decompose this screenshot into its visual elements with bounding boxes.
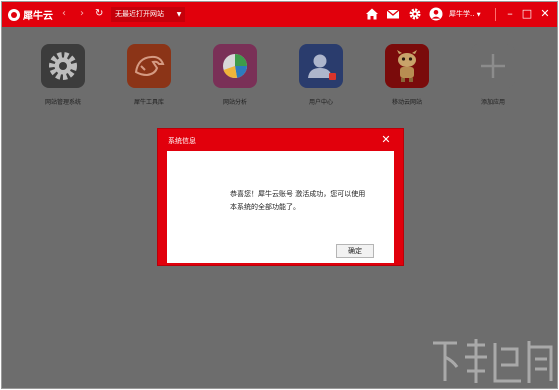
- forward-icon[interactable]: ›: [80, 8, 84, 20]
- gear-icon: [41, 44, 85, 88]
- plus-icon: [471, 44, 515, 88]
- app-label: 添加应用: [480, 99, 505, 106]
- app-user-center[interactable]: 用户中心: [282, 44, 352, 114]
- user-name: 犀牛学..: [449, 10, 475, 18]
- user-menu[interactable]: 犀牛学.. ▼: [449, 7, 481, 23]
- maximize-icon[interactable]: □: [519, 6, 535, 22]
- brand-logo: 犀牛云: [8, 7, 53, 22]
- app-site-analytics[interactable]: 网站分析: [196, 44, 266, 114]
- home-icon[interactable]: [364, 6, 380, 22]
- back-icon[interactable]: ‹: [62, 8, 66, 20]
- rhino-icon: [127, 44, 171, 88]
- app-label: 网站管理系统: [44, 99, 81, 106]
- app-grid: 网站管理系统 犀牛工具库 网站分析 用户中心 移动云网站 添加应用: [24, 44, 554, 114]
- dialog-body: 恭喜您！犀牛云账号 激活成功，您可以使用本系统的全部功能了。 确定: [167, 151, 394, 263]
- app-label: 网站分析: [222, 99, 247, 106]
- dialog-title: 系统信息: [168, 137, 196, 145]
- app-site-management[interactable]: 网站管理系统: [24, 44, 94, 114]
- app-label: 移动云网站: [391, 99, 422, 106]
- mail-icon[interactable]: [385, 6, 401, 22]
- brand-name: 犀牛云: [23, 11, 53, 22]
- logo-icon: [8, 8, 20, 21]
- app-rhino-tools[interactable]: 犀牛工具库: [110, 44, 180, 114]
- app-window: 犀牛云 ‹ › ↻ 无最近打开网站 ▼ 犀牛学.. ▼ – □ ✕ 网站管理系统…: [1, 1, 558, 389]
- user-dropdown-icon: ▼: [476, 12, 481, 18]
- close-icon[interactable]: ✕: [537, 6, 553, 22]
- address-text: 无最近打开网站: [115, 10, 164, 18]
- dialog-message: 恭喜您！犀牛云账号 激活成功，您可以使用本系统的全部功能了。: [230, 190, 366, 211]
- user-icon[interactable]: [428, 6, 444, 22]
- person-icon: [299, 44, 343, 88]
- app-label: 用户中心: [308, 99, 333, 106]
- title-bar: 犀牛云 ‹ › ↻ 无最近打开网站 ▼ 犀牛学.. ▼ – □ ✕: [2, 2, 557, 27]
- dropdown-icon[interactable]: ▼: [173, 7, 185, 22]
- pie-chart-icon: [213, 44, 257, 88]
- minimize-icon[interactable]: –: [502, 6, 518, 22]
- ok-button[interactable]: 确定: [336, 244, 374, 258]
- app-add[interactable]: 添加应用: [454, 44, 524, 114]
- refresh-icon[interactable]: ↻: [95, 8, 103, 20]
- divider: [495, 8, 496, 21]
- system-info-dialog: 系统信息 ✕ 恭喜您！犀牛云账号 激活成功，您可以使用本系统的全部功能了。 确定: [157, 128, 404, 266]
- mascot-icon: [385, 44, 429, 88]
- close-icon[interactable]: ✕: [378, 132, 394, 148]
- watermark-logo: [429, 335, 557, 388]
- gear-icon[interactable]: [407, 6, 423, 22]
- app-mobile-site[interactable]: 移动云网站: [368, 44, 438, 114]
- app-label: 犀牛工具库: [133, 99, 164, 106]
